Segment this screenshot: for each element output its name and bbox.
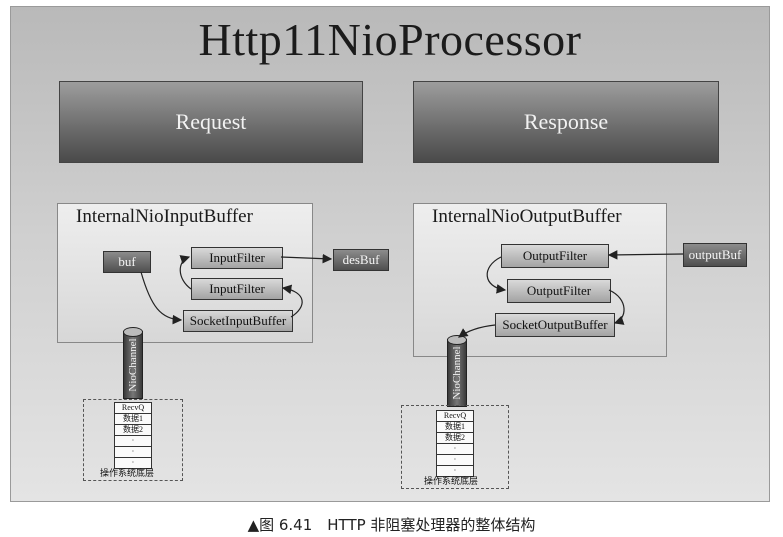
arrow-filter1-to-filter2 <box>486 256 507 294</box>
arrow-filter2-to-socket <box>608 289 625 325</box>
figure-caption: ▲图 6.41 HTTP 非阻塞处理器的整体结构 <box>247 516 536 534</box>
flow-arrows <box>140 250 684 338</box>
arrow-filter1-to-desbuf <box>280 253 333 264</box>
arrow-socket-to-filter2 <box>281 284 303 318</box>
arrow-buf-to-socket <box>140 271 183 325</box>
arrow-outputbuf-to-filter1 <box>607 250 684 260</box>
arrow-filter2-to-filter1 <box>179 255 192 290</box>
arrow-socket-to-channel <box>458 324 496 338</box>
diagram-panel: Http11NioProcessor Request Response Inte… <box>10 6 770 502</box>
